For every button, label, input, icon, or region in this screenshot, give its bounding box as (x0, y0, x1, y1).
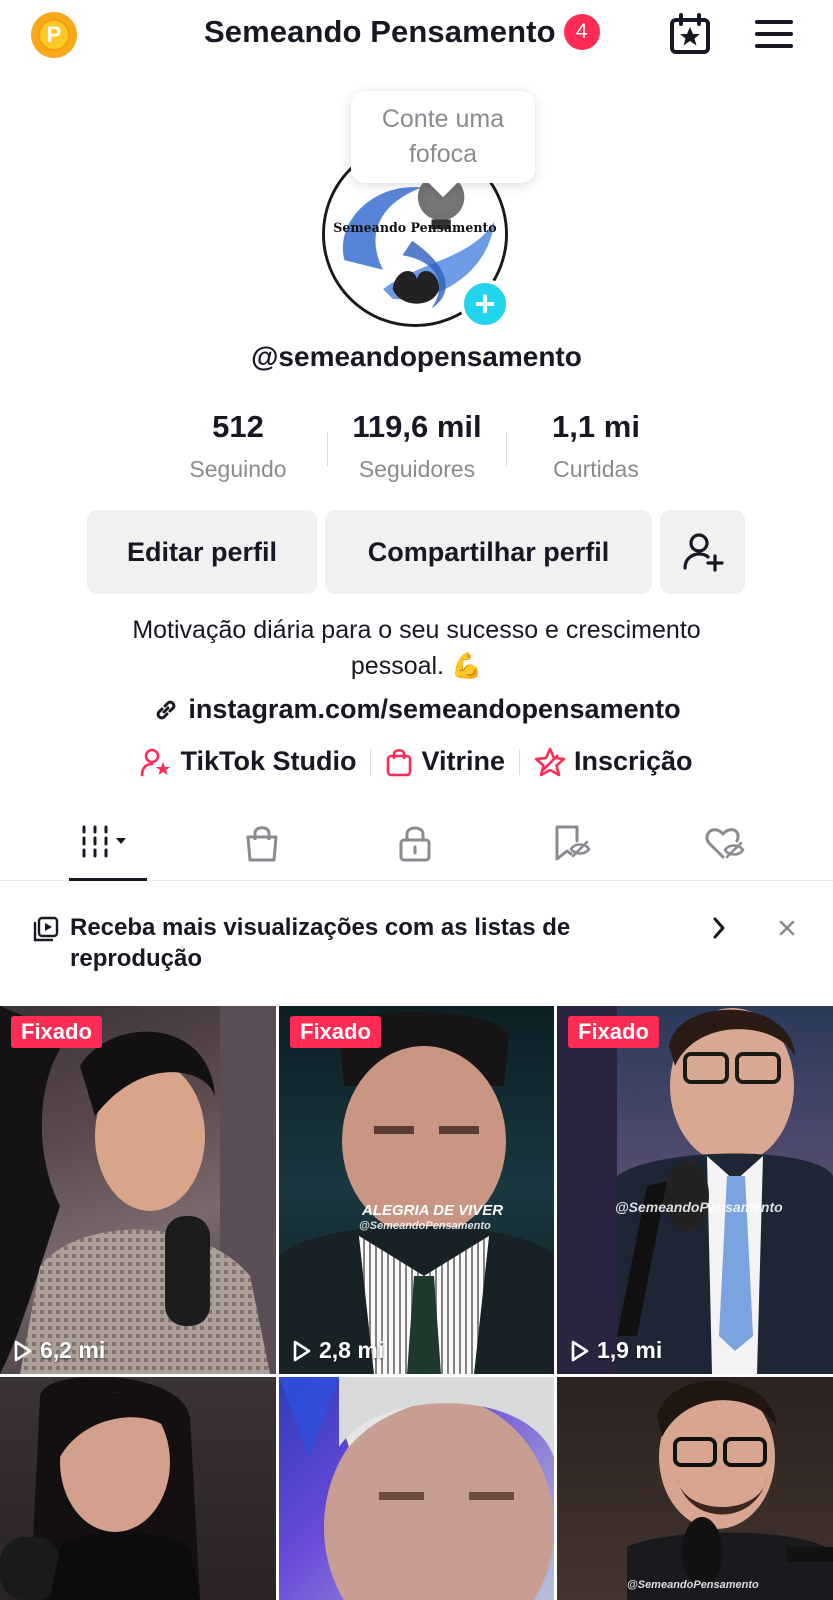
showcase-link[interactable]: Vitrine (371, 746, 519, 777)
play-icon (14, 1340, 32, 1361)
view-count: 2,8 mi (291, 1337, 384, 1364)
tab-videos[interactable] (48, 805, 168, 881)
bio: Motivação diária para o seu sucesso e cr… (80, 612, 753, 684)
link-icon (157, 700, 176, 719)
playlist-icon (33, 916, 59, 942)
thumbnail-art (557, 1006, 833, 1374)
thumbnail-art (0, 1006, 276, 1374)
active-tab-indicator (69, 878, 147, 881)
stat-value: 1,1 mi (552, 409, 640, 444)
playlist-promo-banner[interactable]: Receba mais visualizações com as listas … (0, 882, 833, 1006)
pinned-badge: Fixado (568, 1016, 659, 1048)
bio-line-2: pessoal. 💪 (350, 652, 483, 680)
watermark: @SemeandoPensamento (359, 1220, 491, 1232)
tab-liked[interactable] (665, 805, 785, 881)
tooltip-line-2: fofoca (408, 140, 478, 168)
bio-line-1: Motivação diária para o seu sucesso e cr… (132, 616, 701, 644)
username: @semeandopensamento (251, 341, 582, 372)
person-star-icon (141, 748, 171, 776)
person-plus-icon (682, 533, 724, 572)
edit-profile-button[interactable]: Editar perfil (87, 510, 317, 594)
video-caption: ALEGRIA DE VIVER (362, 1202, 504, 1219)
video-thumbnail[interactable]: @SemeandoPensamento (557, 1377, 833, 1600)
creator-tools: TikTok Studio Vitrine Inscrição (0, 746, 833, 777)
stat-following[interactable]: 512 Seguindo (148, 408, 328, 483)
view-count-text: 6,2 mi (40, 1337, 106, 1363)
thumbnail-art (627, 1380, 833, 1600)
add-story-button[interactable]: + (460, 279, 510, 329)
bio-link-text: instagram.com/semeandopensamento (188, 694, 681, 724)
view-count: 1,9 mi (569, 1337, 662, 1364)
bookmark-hidden-icon (555, 825, 591, 861)
account-switcher[interactable]: Semeando Pensamento 4 (204, 14, 600, 50)
close-icon[interactable] (777, 918, 797, 938)
thumbnail-art (279, 1012, 554, 1374)
play-icon (571, 1340, 589, 1361)
subscription-star-icon (534, 747, 566, 776)
pinned-badge: Fixado (11, 1016, 102, 1048)
tool-label: Vitrine (421, 746, 505, 776)
hamburger-menu-icon[interactable] (755, 18, 793, 50)
view-count-text: 2,8 mi (319, 1337, 385, 1363)
video-grid: Fixado 6,2 mi ALEGRIA DE VIVER @Semeando… (0, 1006, 833, 1600)
tab-shop[interactable] (202, 805, 322, 881)
tool-label: TikTok Studio (180, 746, 357, 776)
tiktok-studio-link[interactable]: TikTok Studio (126, 746, 370, 777)
view-count-text: 1,9 mi (597, 1337, 663, 1363)
add-friends-button[interactable] (660, 510, 745, 594)
stat-likes[interactable]: 1,1 mi Curtidas (506, 408, 686, 483)
share-profile-button[interactable]: Compartilhar perfil (325, 510, 652, 594)
plus-icon: + (474, 283, 496, 324)
bio-link[interactable]: instagram.com/semeandopensamento (0, 694, 833, 725)
promo-text: Receba mais visualizações com as listas … (70, 914, 571, 972)
thumbnail-art (279, 1377, 554, 1600)
stat-label: Curtidas (553, 456, 639, 482)
video-thumbnail[interactable]: Fixado 6,2 mi (0, 1006, 276, 1374)
stats-row: 512 Seguindo 119,6 mil Seguidores 1,1 mi… (0, 408, 833, 488)
play-icon (293, 1340, 311, 1361)
shopping-bag-icon (387, 748, 412, 776)
grid-columns-icon (82, 825, 126, 858)
tab-private[interactable] (355, 805, 475, 881)
stat-label: Seguindo (189, 456, 287, 482)
coins-icon[interactable]: P (31, 12, 77, 58)
shopping-bag-icon (246, 826, 278, 862)
stat-value: 119,6 mil (352, 409, 482, 444)
stat-value: 512 (212, 409, 264, 444)
thumbnail-art (0, 1377, 200, 1600)
video-thumbnail[interactable]: @SemeandoPensamento Fixado 1,9 mi (557, 1006, 833, 1374)
avatar-logo-text: Semeando Pensamento (333, 220, 496, 235)
tool-label: Inscrição (573, 746, 693, 776)
view-count: 6,2 mi (12, 1337, 105, 1364)
status-tooltip[interactable]: Conte uma fofoca (351, 91, 535, 183)
tab-favorites[interactable] (510, 805, 630, 881)
watermark: @SemeandoPensamento (627, 1579, 759, 1591)
profile-tabs (0, 805, 833, 881)
video-thumbnail[interactable] (279, 1377, 554, 1600)
lock-icon (399, 826, 431, 862)
chevron-right-icon[interactable] (711, 916, 727, 940)
stat-followers[interactable]: 119,6 mil Seguidores (327, 408, 507, 483)
watermark: @SemeandoPensamento (615, 1199, 783, 1215)
calendar-star-icon[interactable] (668, 12, 712, 56)
subscription-link[interactable]: Inscrição (520, 746, 707, 777)
coin-letter: P (38, 19, 70, 51)
top-bar: P Semeando Pensamento 4 (0, 0, 833, 66)
heart-hidden-icon (705, 828, 745, 859)
stat-label: Seguidores (358, 456, 476, 482)
chevron-down-icon (116, 838, 126, 844)
page-title: Semeando Pensamento (204, 14, 556, 49)
pinned-badge: Fixado (290, 1016, 381, 1048)
tooltip-line-1: Conte uma (381, 105, 505, 133)
video-thumbnail[interactable] (0, 1377, 276, 1600)
notification-badge: 4 (563, 14, 600, 50)
video-thumbnail[interactable]: ALEGRIA DE VIVER @SemeandoPensamento Fix… (279, 1006, 554, 1374)
